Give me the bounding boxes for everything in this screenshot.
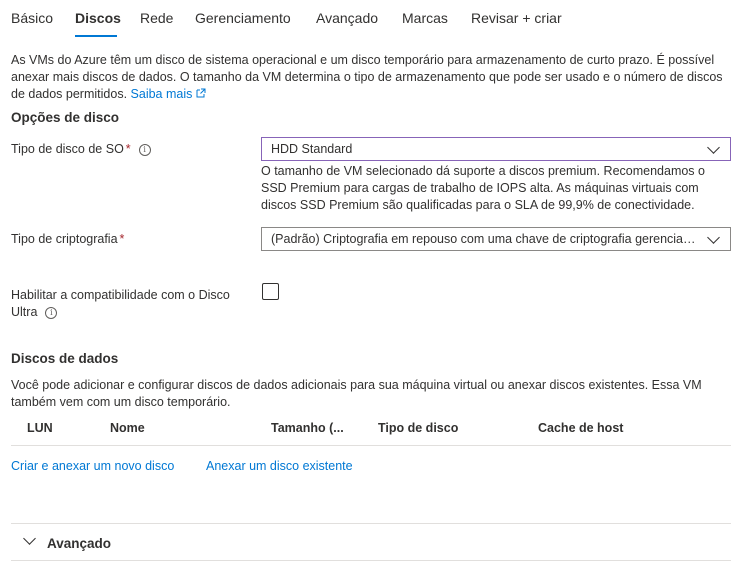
column-header-disk-type[interactable]: Tipo de disco: [378, 421, 458, 435]
tab-rede[interactable]: Rede: [140, 10, 173, 26]
encryption-type-label: Tipo de criptografia *: [11, 232, 125, 246]
column-header-size[interactable]: Tamanho (...: [271, 421, 344, 435]
tab-basico[interactable]: Básico: [11, 10, 53, 26]
disk-options-title: Opções de disco: [11, 110, 120, 125]
intro-text: As VMs do Azure têm um disco de sistema …: [11, 52, 731, 103]
tab-revisar-criar[interactable]: Revisar + criar: [471, 10, 562, 26]
tab-gerenciamento[interactable]: Gerenciamento: [195, 10, 291, 26]
create-attach-disk-link[interactable]: Criar e anexar um novo disco: [11, 459, 174, 473]
encryption-type-value: (Padrão) Criptografia em repouso com uma…: [271, 232, 730, 246]
os-disk-type-dropdown[interactable]: HDD Standard: [261, 137, 731, 161]
data-disks-title: Discos de dados: [11, 351, 119, 366]
chevron-down-icon: [23, 532, 36, 545]
active-tab-indicator: [75, 35, 117, 37]
advanced-section-toggle[interactable]: Avançado: [11, 524, 731, 560]
advanced-section-label: Avançado: [47, 536, 112, 551]
chevron-down-icon: [707, 141, 720, 154]
intro-description: As VMs do Azure têm um disco de sistema …: [11, 53, 723, 101]
os-disk-type-label: Tipo de disco de SO * i: [11, 142, 151, 156]
info-icon[interactable]: i: [45, 306, 58, 319]
learn-more-link[interactable]: Saiba mais: [131, 87, 206, 101]
data-disks-description: Você pode adicionar e configurar discos …: [11, 378, 702, 409]
os-disk-note: O tamanho de VM selecionado dá suporte a…: [261, 164, 705, 212]
encryption-type-dropdown[interactable]: (Padrão) Criptografia em repouso com uma…: [261, 227, 731, 251]
advanced-bottom-divider: [11, 560, 731, 561]
column-header-host-cache[interactable]: Cache de host: [538, 421, 623, 435]
column-header-name[interactable]: Nome: [110, 421, 145, 435]
required-mark: *: [125, 142, 131, 156]
tab-discos[interactable]: Discos: [75, 10, 121, 26]
os-disk-type-value: HDD Standard: [271, 142, 353, 156]
external-link-icon: [196, 88, 206, 98]
attach-existing-disk-link[interactable]: Anexar um disco existente: [206, 459, 353, 473]
column-header-lun[interactable]: LUN: [27, 421, 53, 435]
ultra-disk-label: Habilitar a compatibilidade com o Disco …: [11, 288, 230, 319]
ultra-disk-checkbox[interactable]: [262, 283, 279, 300]
required-mark: *: [119, 232, 125, 246]
tab-avancado[interactable]: Avançado: [316, 10, 378, 26]
table-header-divider: [11, 445, 731, 446]
info-icon[interactable]: i: [138, 143, 151, 156]
tab-marcas[interactable]: Marcas: [402, 10, 448, 26]
